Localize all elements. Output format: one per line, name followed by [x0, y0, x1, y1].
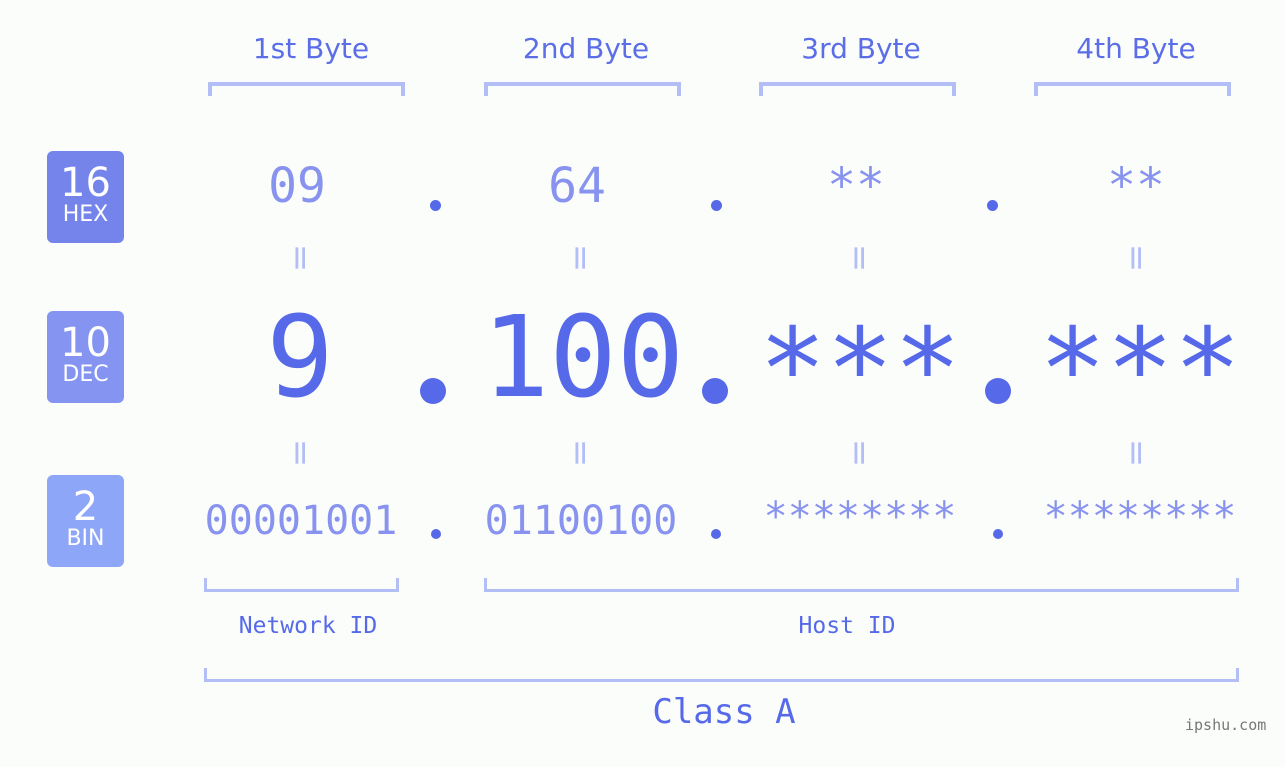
- bin-badge: 2 BIN: [47, 475, 124, 567]
- bin-byte-3: ********: [763, 494, 957, 540]
- equals-dec-bin-3: =: [839, 438, 879, 468]
- byte-bracket-1: [208, 82, 405, 96]
- bin-byte-1: 00001001: [204, 498, 398, 544]
- dec-dot-2: [702, 378, 728, 404]
- bin-byte-2: 01100100: [484, 498, 678, 544]
- byte-header-3: 3rd Byte: [801, 32, 921, 65]
- equals-hex-dec-4: =: [1116, 243, 1156, 273]
- hex-byte-1: 09: [268, 158, 326, 214]
- hex-dot-2: [711, 200, 722, 211]
- bin-byte-4: ********: [1043, 494, 1237, 540]
- bin-dot-3: [993, 529, 1003, 539]
- hex-dot-1: [430, 200, 441, 211]
- host-id-bracket: [484, 578, 1239, 592]
- hex-badge-label: HEX: [62, 202, 109, 227]
- host-id-label: Host ID: [798, 613, 896, 639]
- byte-bracket-4: [1034, 82, 1231, 96]
- equals-hex-dec-1: =: [280, 243, 320, 273]
- dec-badge-number: 10: [60, 320, 111, 366]
- dec-byte-1: 9: [266, 293, 334, 423]
- hex-byte-3: **: [827, 158, 885, 214]
- hex-badge: 16 HEX: [47, 151, 124, 243]
- byte-bracket-2: [484, 82, 681, 96]
- network-id-bracket: [204, 578, 399, 592]
- dec-byte-3: ***: [758, 305, 962, 435]
- bin-badge-label: BIN: [66, 526, 105, 551]
- equals-dec-bin-4: =: [1116, 438, 1156, 468]
- bin-dot-1: [431, 529, 441, 539]
- bin-badge-number: 2: [72, 484, 99, 530]
- equals-hex-dec-3: =: [839, 243, 879, 273]
- hex-badge-number: 16: [60, 160, 111, 206]
- equals-dec-bin-1: =: [280, 438, 320, 468]
- dec-badge-label: DEC: [62, 362, 109, 387]
- byte-header-4: 4th Byte: [1076, 32, 1196, 65]
- bin-dot-2: [711, 529, 721, 539]
- equals-dec-bin-2: =: [560, 438, 600, 468]
- dec-dot-1: [420, 378, 446, 404]
- dec-byte-4: ***: [1038, 305, 1242, 435]
- byte-bracket-3: [759, 82, 956, 96]
- byte-header-1: 1st Byte: [252, 32, 370, 65]
- dec-badge: 10 DEC: [47, 311, 124, 403]
- network-id-label: Network ID: [238, 613, 378, 639]
- dec-dot-3: [985, 378, 1011, 404]
- equals-hex-dec-2: =: [560, 243, 600, 273]
- class-label: Class A: [652, 692, 796, 732]
- dec-byte-2: 100: [481, 293, 685, 423]
- hex-byte-4: **: [1107, 158, 1165, 214]
- class-bracket: [204, 668, 1239, 682]
- hex-dot-3: [987, 200, 998, 211]
- watermark: ipshu.com: [1185, 716, 1267, 734]
- byte-header-2: 2nd Byte: [522, 32, 650, 65]
- hex-byte-2: 64: [548, 158, 606, 214]
